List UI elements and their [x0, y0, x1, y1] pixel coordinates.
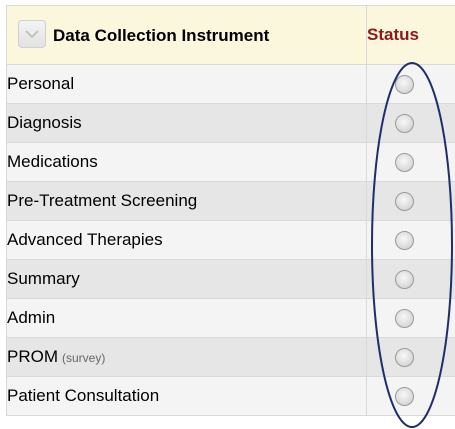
- instrument-name-pre-treatment-screening: Pre-Treatment Screening: [6, 181, 367, 221]
- status-circle-icon[interactable]: [395, 75, 414, 94]
- instrument-label: Advanced Therapies: [7, 230, 163, 249]
- status-circle-icon[interactable]: [395, 231, 414, 250]
- instrument-name-diagnosis: Diagnosis: [6, 103, 367, 143]
- instrument-name-medications: Medications: [6, 142, 367, 182]
- instrument-label: Summary: [7, 269, 80, 288]
- status-cell: [366, 142, 455, 182]
- status-circle-icon[interactable]: [395, 114, 414, 133]
- table-header-row: Data Collection Instrument Status: [6, 5, 455, 65]
- table-row: Medications: [6, 142, 455, 182]
- table-row: Diagnosis: [6, 103, 455, 143]
- status-circle-icon[interactable]: [395, 309, 414, 328]
- table-row: Pre-Treatment Screening: [6, 181, 455, 221]
- status-circle-icon[interactable]: [395, 270, 414, 289]
- status-cell: [366, 298, 455, 338]
- instrument-table: Data Collection Instrument Status Person…: [6, 5, 455, 416]
- status-cell: [366, 64, 455, 104]
- instrument-name-advanced-therapies: Advanced Therapies: [6, 220, 367, 260]
- survey-tag: (survey): [62, 351, 106, 365]
- instrument-label: Personal: [7, 74, 75, 93]
- status-circle-icon[interactable]: [395, 153, 414, 172]
- status-cell: [366, 337, 455, 377]
- table-row: Patient Consultation: [6, 376, 455, 416]
- status-cell: [366, 259, 455, 299]
- status-circle-icon[interactable]: [395, 192, 414, 211]
- instrument-label: Medications: [7, 152, 98, 171]
- status-circle-icon[interactable]: [395, 348, 414, 367]
- instrument-label: Pre-Treatment Screening: [7, 191, 198, 210]
- status-cell: [366, 376, 455, 416]
- chevron-down-icon: [25, 30, 39, 39]
- instrument-name-summary: Summary: [6, 259, 367, 299]
- table-row: Advanced Therapies: [6, 220, 455, 260]
- table-row: Personal: [6, 64, 455, 104]
- status-cell: [366, 181, 455, 221]
- status-circle-icon[interactable]: [395, 387, 414, 406]
- instrument-header-label: Data Collection Instrument: [53, 26, 270, 45]
- status-cell: [366, 220, 455, 260]
- instrument-name-prom: PROM (survey): [6, 337, 367, 377]
- table-row: Summary: [6, 259, 455, 299]
- instrument-name-admin: Admin: [6, 298, 367, 338]
- status-cell: [366, 103, 455, 143]
- instrument-label: PROM: [7, 347, 59, 366]
- instrument-label: Diagnosis: [7, 113, 82, 132]
- table-row: PROM (survey): [6, 337, 455, 377]
- instrument-name-personal: Personal: [6, 64, 367, 104]
- status-column-header: Status: [366, 5, 455, 65]
- instrument-status-panel: Data Collection Instrument Status Person…: [0, 0, 455, 429]
- instrument-name-patient-consultation: Patient Consultation: [6, 376, 367, 416]
- instrument-column-header: Data Collection Instrument: [6, 5, 367, 65]
- instrument-label: Admin: [7, 308, 56, 327]
- table-row: Admin: [6, 298, 455, 338]
- collapse-button[interactable]: [18, 20, 46, 48]
- instrument-label: Patient Consultation: [7, 386, 160, 405]
